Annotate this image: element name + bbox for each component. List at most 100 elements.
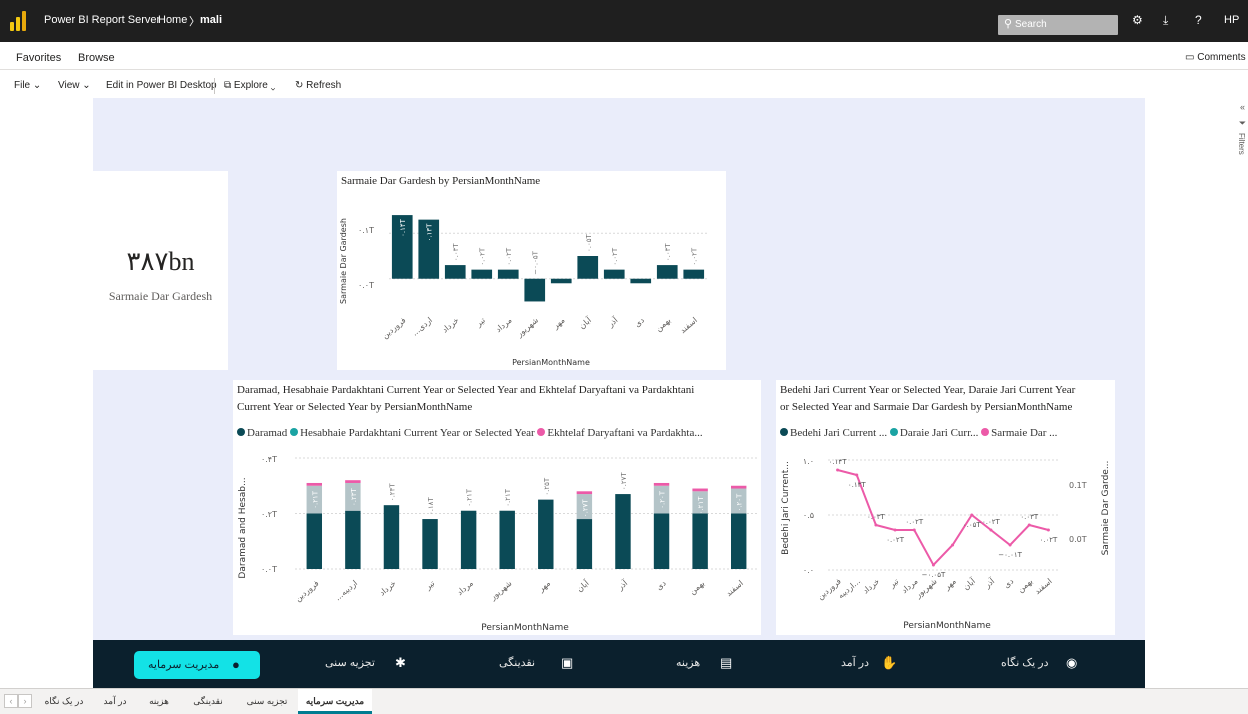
tab-overview[interactable]: در یک نگاه [36,689,92,714]
nav-button-expense[interactable]: ▤ هزینه [676,655,732,670]
data-label: ۰.۰۲T [886,536,905,544]
kpi-card[interactable]: ۳۸۷bn Sarmaie Dar Gardesh [93,171,228,370]
chart2-svg: Daramad and Hesab... ۰.۴T ۰.۲T ۰.۰T Pers… [238,455,758,633]
data-label: ۰.۰۲T [1040,536,1059,544]
refresh-button[interactable]: ↻ Refresh [295,80,341,91]
filters-pane-toggle[interactable]: « ⏷ Filters [1237,102,1248,155]
power-bi-logo-icon[interactable] [10,11,26,31]
app-title[interactable]: Power BI Report Server [44,14,160,26]
x-tick-label: بهمن [688,579,707,597]
tab-age-analysis[interactable]: تجزیه سنی [236,689,298,714]
nav-button-liquidity[interactable]: ▣ نقدینگی [499,655,573,670]
bar-segment [306,482,323,486]
chart3-ylabel-right: Sarmaie Dar Garde... [1101,461,1111,556]
settings-gear-icon[interactable]: ⚙ [1132,13,1143,27]
data-label: ۰.۲۵T [543,477,551,496]
x-tick-label: آذر [982,575,997,590]
file-menu[interactable]: File ⌄ [14,80,41,91]
browse-link[interactable]: Browse [78,52,115,64]
x-tick-label: دی [655,578,669,591]
nav-label: در یک نگاه [1001,657,1049,669]
bar-segment [345,480,361,483]
view-menu[interactable]: View ⌄ [58,80,91,91]
bar-segment [615,494,631,569]
tab-income[interactable]: در آمد [92,689,138,714]
nav-button-income[interactable]: ✋ در آمد [841,655,897,670]
bar-segment [653,513,670,569]
chart1-ytick: ۰.۰T [358,281,374,290]
data-label: ۰.۱۳T [426,223,434,242]
data-label: ۰.۲۱T [504,488,512,507]
bar [603,269,625,279]
tab-capital-management[interactable]: مدیریت سرمایه [298,689,372,714]
bar [630,278,652,284]
x-tick-label: مرداد [494,316,514,334]
bar-segment [538,499,554,569]
chart2-ylabel: Daramad and Hesab... [238,477,248,578]
data-label: ۰.۰۳T [867,513,886,521]
bar-segment [345,510,361,569]
explore-label: Explore ⌄ [233,80,276,91]
nav-button-overview[interactable]: ◉ در یک نگاه [1001,655,1077,670]
data-label: ۰.۲۷T [620,472,628,491]
nav-label: در آمد [841,657,869,669]
comments-button[interactable]: ▭ Comments [1185,52,1246,63]
data-label: ۰.۱۸T [427,497,435,516]
top-bar: Power BI Report Server Home 〉 mali ⚲ Sea… [0,0,1248,42]
x-tick-label: خرداد [861,577,881,596]
bar [524,278,546,302]
data-label: ۰.۲۱T [466,488,474,507]
download-icon[interactable]: ⤓ [1163,13,1168,28]
line-point [1008,543,1012,547]
x-tick-label: آبان [574,577,591,593]
nav-button-capital-management[interactable]: ● مدیریت سرمایه [134,651,260,679]
breadcrumb-home[interactable]: Home [158,14,187,26]
report-toolbar: File ⌄ View ⌄ Edit in Power BI Desktop ⧉… [0,70,1248,98]
edit-in-desktop-button[interactable]: Edit in Power BI Desktop [106,80,217,91]
x-tick-label: خرداد [378,579,398,598]
bar [683,269,705,279]
breadcrumb-current: mali [200,14,223,26]
sarmaie-bar-chart[interactable]: Sarmaie Dar Gardesh by PersianMonthName … [337,171,726,370]
tab-expense[interactable]: هزینه [138,689,180,714]
data-label: ۰.۰۳T [1020,513,1039,521]
chart2-ytick: ۰.۴T [261,455,277,464]
toolbar-divider [214,78,215,94]
data-label: ۰.۰۲T [505,247,513,266]
line-point [989,528,993,532]
data-label: ۰.۲۳T [350,487,358,506]
data-label: ۰.۰۲T [479,247,487,266]
bedehi-line-chart[interactable]: Bedehi Jari Current Year or Selected Yea… [776,380,1115,635]
x-tick-label: آبان [961,575,978,591]
x-tick-label: خرداد [440,316,460,335]
x-tick-label: ...اردی [410,316,434,338]
help-icon[interactable]: ? [1195,13,1202,27]
comments-label: Comments [1197,52,1246,63]
tab-liquidity[interactable]: نقدینگی [180,689,236,714]
collapse-chevron-icon[interactable]: « [1237,102,1248,112]
explore-menu[interactable]: ⧉ Explore ⌄ [224,80,275,91]
search-input[interactable]: ⚲ Search [998,15,1118,35]
x-tick-label: ...اردیبه [333,579,359,603]
daramad-stacked-chart[interactable]: Daramad, Hesabhaie Pardakhtani Current Y… [233,380,761,635]
data-label: ۰.۰۵T [963,521,982,529]
x-tick-label: شهریور [488,578,514,602]
data-label: ۰.۰۵T [585,233,593,252]
x-tick-label: فروردین [380,316,407,341]
nav-button-age-analysis[interactable]: ✱ تجزیه سنی [325,655,406,670]
chart1-xlabel: PersianMonthName [512,358,590,367]
hand-coin-icon: ✋ [881,655,898,670]
bar-segment [692,488,708,492]
user-avatar[interactable]: HP [1224,14,1239,26]
favorites-link[interactable]: Favorites [16,52,61,64]
chart3-ytick-right: 0.1T [1069,481,1087,490]
next-page-arrow-icon[interactable]: › [18,694,32,708]
x-tick-label: اسفند [678,316,699,335]
line-point [912,528,916,532]
data-label: ۰.۰۲T [982,518,1001,526]
line-point [893,528,897,532]
previous-page-arrow-icon[interactable]: ‹ [4,694,18,708]
chart1-svg: Sarmaie Dar Gardesh ۰.۱T ۰.۰T PersianMon… [339,215,707,367]
bar-segment [460,510,477,569]
nav-label: هزینه [676,657,701,669]
